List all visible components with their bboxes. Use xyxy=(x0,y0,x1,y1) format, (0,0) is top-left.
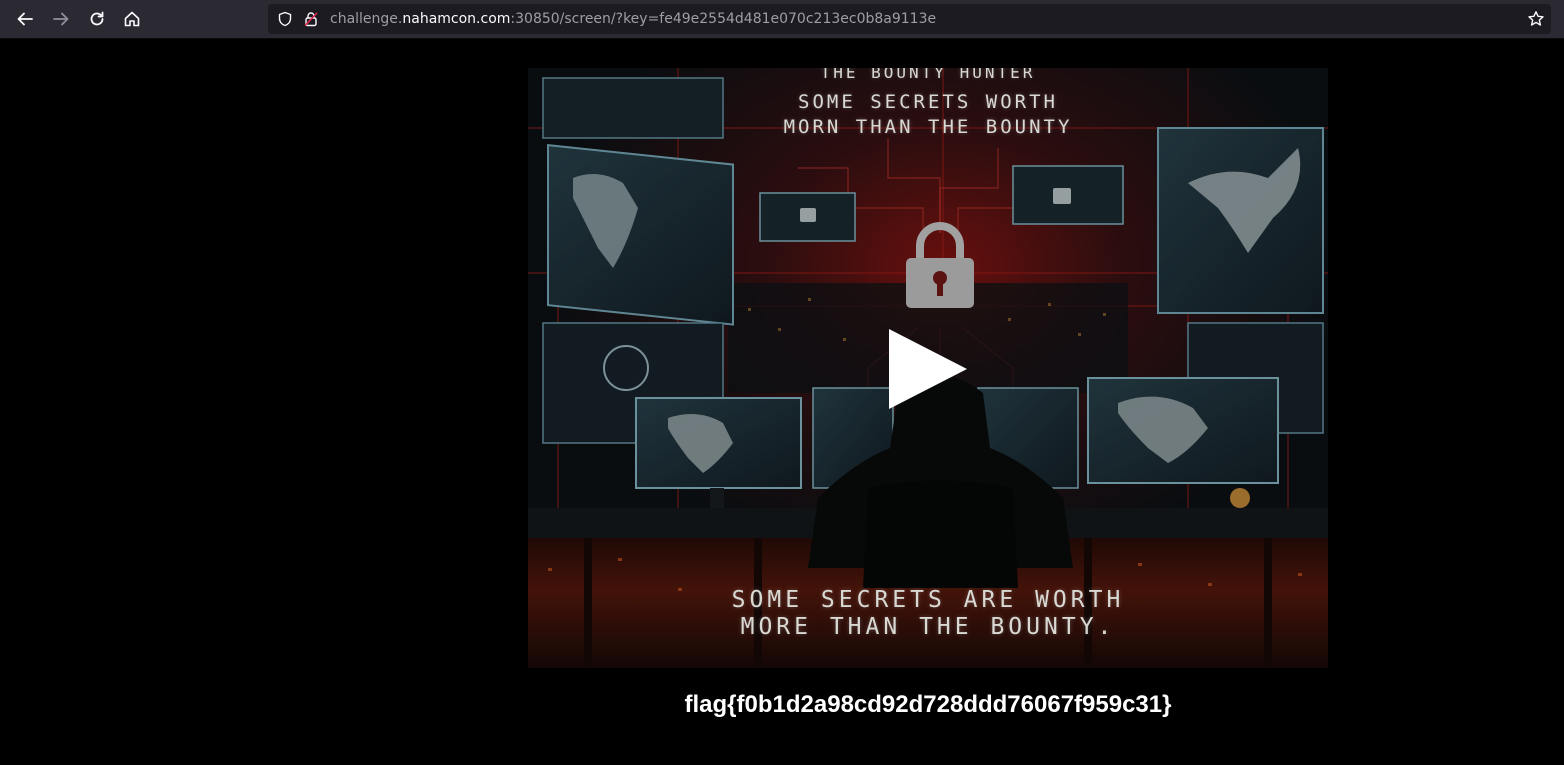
back-button[interactable] xyxy=(13,7,37,31)
play-button[interactable] xyxy=(889,329,969,409)
shield-icon[interactable] xyxy=(277,11,293,27)
video-player[interactable]: THE BOUNTY HUNTER SOME SECRETS WORTH MOR… xyxy=(528,68,1328,668)
reload-icon xyxy=(90,11,104,26)
poster-title-line3: MORN THAN THE BOUNTY xyxy=(783,116,1073,138)
browser-toolbar: challenge.nahamcon.com:30850/screen/?key… xyxy=(0,0,1564,39)
flag-text: flag{f0b1d2a98cd92d728ddd76067f959c31} xyxy=(684,691,1172,718)
back-arrow-icon xyxy=(17,12,33,26)
url-text[interactable]: challenge.nahamcon.com:30850/screen/?key… xyxy=(330,11,936,27)
poster-caption-line2: MORE THAN THE BOUNTY. xyxy=(740,614,1116,640)
insecure-lock-icon[interactable] xyxy=(303,11,319,27)
home-button[interactable] xyxy=(120,7,144,31)
bookmark-star-icon[interactable] xyxy=(1527,10,1545,28)
poster-title-line2: SOME SECRETS WORTH xyxy=(798,91,1058,113)
reload-button[interactable] xyxy=(85,7,109,31)
forward-arrow-icon xyxy=(53,12,69,26)
poster-title-line1: THE BOUNTY HUNTER xyxy=(820,68,1036,82)
forward-button[interactable] xyxy=(49,7,73,31)
play-icon xyxy=(889,329,967,409)
poster-caption-line1: SOME SECRETS ARE WORTH xyxy=(731,587,1125,613)
home-icon xyxy=(124,11,140,27)
page-content: THE BOUNTY HUNTER SOME SECRETS WORTH MOR… xyxy=(0,39,1564,765)
address-bar[interactable]: challenge.nahamcon.com:30850/screen/?key… xyxy=(268,4,1551,34)
